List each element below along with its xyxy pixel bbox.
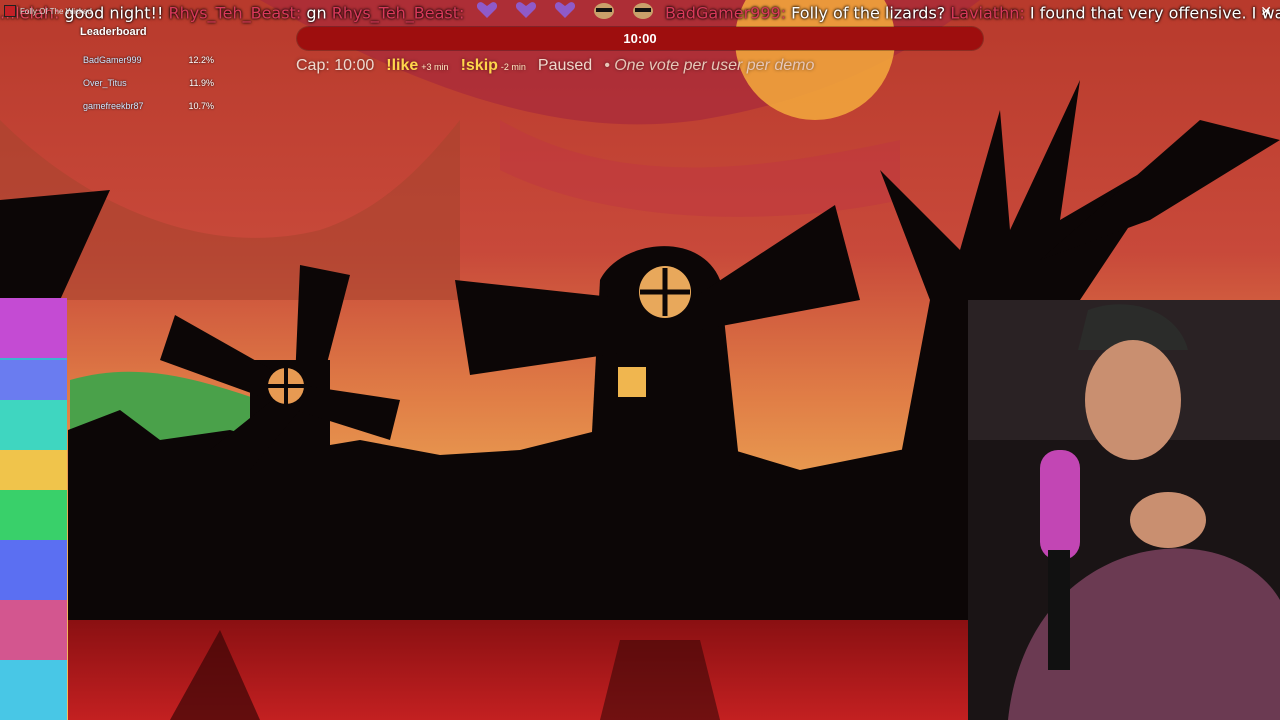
chat-user: BadGamer999:: [665, 3, 787, 23]
purple-heart-icon: [515, 1, 537, 26]
leaderboard: Leaderboard BadGamer999 12.2% Over_Titus…: [78, 26, 228, 117]
purple-heart-icon: [554, 1, 576, 26]
chat-user: Rhys_Teh_Beast:: [168, 3, 302, 23]
leaderboard-name: BadGamer999: [83, 54, 142, 65]
microphone-icon: [1040, 450, 1080, 560]
cap-label: Cap: 10:00: [296, 57, 375, 74]
leaderboard-percent: 11.9%: [189, 77, 214, 88]
leaderboard-percent: 10.7%: [188, 100, 214, 111]
status-text: Paused: [537, 57, 593, 74]
purple-heart-icon: [476, 1, 498, 26]
chat-user: Laviathn:: [950, 3, 1025, 23]
leaderboard-row: Over_Titus 11.9%: [78, 71, 228, 94]
leaderboard-name: gamefreekbr87: [83, 100, 144, 111]
timer-display: 10:00: [623, 31, 657, 46]
chat-user: Rhys_Teh_Beast:: [331, 3, 465, 23]
app-icon: [4, 5, 16, 17]
webcam-feed: [968, 300, 1280, 720]
like-delta: +3 min: [421, 62, 449, 72]
leaderboard-row: BadGamer999 12.2%: [78, 48, 228, 71]
leaderboard-name: Over_Titus: [83, 77, 127, 88]
like-command: !like: [386, 57, 419, 74]
window-title: Folly Of The Wicked: [20, 6, 92, 16]
glitch-strip: [0, 298, 67, 720]
vote-info-row: Cap: 10:00 !like +3 min !skip -2 min Pau…: [296, 57, 814, 79]
leaderboard-percent: 12.2%: [188, 54, 214, 65]
sunglasses-cat-icon: [593, 0, 615, 26]
vote-note: • One vote per user per demo: [604, 57, 815, 74]
skip-command: !skip: [460, 57, 498, 74]
sunglasses-cat-icon: [632, 0, 654, 26]
chat-ticker: ...lelah: good night!! Rhys_Teh_Beast: g…: [0, 0, 1280, 26]
skip-delta: -2 min: [500, 62, 526, 72]
face-shape: [1085, 340, 1181, 460]
leaderboard-row: gamefreekbr87 10.7%: [78, 94, 228, 117]
chat-message: I found that very offensive. I was born …: [1029, 3, 1280, 23]
leaderboard-title: Leaderboard: [80, 26, 147, 38]
chat-message: gn: [306, 3, 327, 23]
close-icon[interactable]: ✕: [1260, 3, 1272, 20]
chat-message: Folly of the lizards?: [791, 3, 946, 23]
window-title-bar: Folly Of The Wicked: [4, 5, 92, 17]
timer-progress-bar: 10:00: [297, 27, 983, 50]
